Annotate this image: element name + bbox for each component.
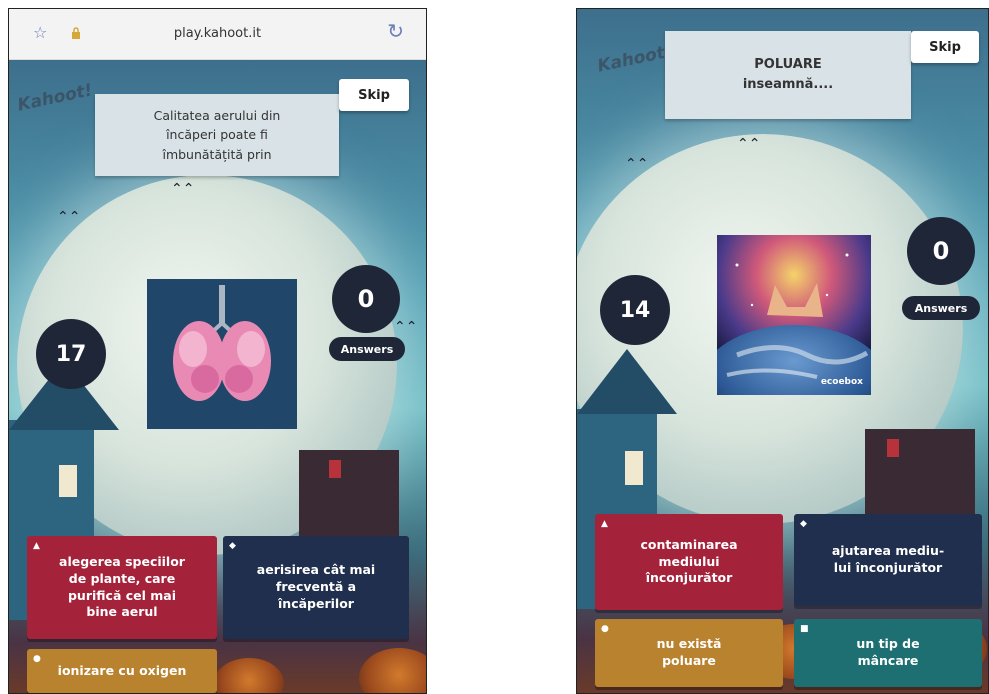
lungs-illustration	[147, 279, 297, 429]
question-image-lungs	[147, 279, 297, 429]
timer-counter: 14	[600, 275, 670, 345]
question-box: POLUARE inseamnă....	[665, 31, 911, 119]
circle-icon: ●	[33, 654, 41, 664]
square-icon: ■	[800, 624, 809, 634]
answer-option-triangle[interactable]: ▲ contaminarea mediului înconjurător	[595, 514, 783, 610]
media-watermark: ecoebox	[820, 377, 863, 387]
diamond-icon: ◆	[800, 519, 807, 529]
triangle-icon: ▲	[601, 519, 608, 529]
address-bar[interactable]: play.kahoot.it	[9, 26, 426, 41]
house-window	[329, 460, 341, 478]
bat-icon: ⌃⌃	[625, 156, 649, 172]
pumpkin	[214, 658, 284, 693]
triangle-icon: ▲	[33, 541, 40, 551]
bat-icon: ⌃⌃	[737, 136, 761, 152]
kahoot-logo: Kahoot!	[15, 80, 95, 116]
house-window	[887, 439, 899, 457]
house-window	[59, 465, 77, 497]
answer-text: nu există poluare	[656, 636, 722, 668]
skip-button[interactable]: Skip	[911, 31, 979, 63]
answer-text: alegerea speciilor de plante, care purif…	[59, 553, 185, 620]
circle-icon: ●	[601, 624, 609, 634]
pumpkin	[359, 648, 426, 693]
kahoot-logo: Kahoot!	[595, 41, 675, 77]
answer-count: 0	[332, 265, 400, 333]
timer-counter: 17	[36, 319, 106, 389]
answer-option-triangle[interactable]: ▲ alegerea speciilor de plante, care pur…	[27, 536, 217, 639]
answer-option-square[interactable]: ■ un tip de mâncare	[794, 619, 982, 687]
question-text: Calitatea aerului din încăperi poate fi …	[153, 107, 281, 162]
reload-icon[interactable]: ↻	[387, 19, 404, 43]
question-box: Calitatea aerului din încăperi poate fi …	[95, 94, 339, 176]
space-cat-illustration	[717, 235, 871, 395]
bat-icon: ⌃⌃	[171, 181, 195, 197]
right-phone-screen: Kahoot! ⌃⌃ ⌃⌃ ⌃⌃ POLUARE inseamnă.... Sk…	[576, 8, 989, 694]
answer-option-circle[interactable]: ● nu există poluare	[595, 619, 783, 687]
answer-text: aerisirea cât mai frecventă a încăperilo…	[256, 562, 376, 611]
question-image-space-cat: ecoebox	[717, 235, 871, 395]
answer-text: contaminarea mediului înconjurător	[640, 536, 738, 586]
answer-count: 0	[907, 217, 975, 285]
answer-text: ionizare cu oxigen	[57, 662, 187, 678]
answer-option-diamond[interactable]: ◆ ajutarea mediu- lui înconjurător	[794, 514, 982, 606]
skip-button[interactable]: Skip	[339, 79, 409, 111]
answer-option-diamond[interactable]: ◆ aerisirea cât mai frecventă a încăperi…	[223, 536, 409, 639]
answers-label: Answers	[902, 296, 980, 320]
answer-text: un tip de mâncare	[856, 636, 920, 668]
browser-toolbar: ☆ play.kahoot.it ↻	[9, 9, 426, 60]
left-phone-screen: ☆ play.kahoot.it ↻ Kahoot! ⌃⌃ ⌃⌃ ⌃⌃ Cali…	[8, 8, 427, 694]
house-window	[625, 451, 643, 485]
answers-label: Answers	[329, 337, 405, 361]
bat-icon: ⌃⌃	[57, 209, 81, 225]
answer-text: ajutarea mediu- lui înconjurător	[831, 543, 945, 575]
diamond-icon: ◆	[229, 541, 236, 551]
question-text: POLUARE inseamnă....	[742, 56, 834, 92]
house-left-roof	[577, 349, 677, 414]
bat-icon: ⌃⌃	[394, 319, 418, 335]
answer-option-circle[interactable]: ● ionizare cu oxigen	[27, 649, 217, 693]
